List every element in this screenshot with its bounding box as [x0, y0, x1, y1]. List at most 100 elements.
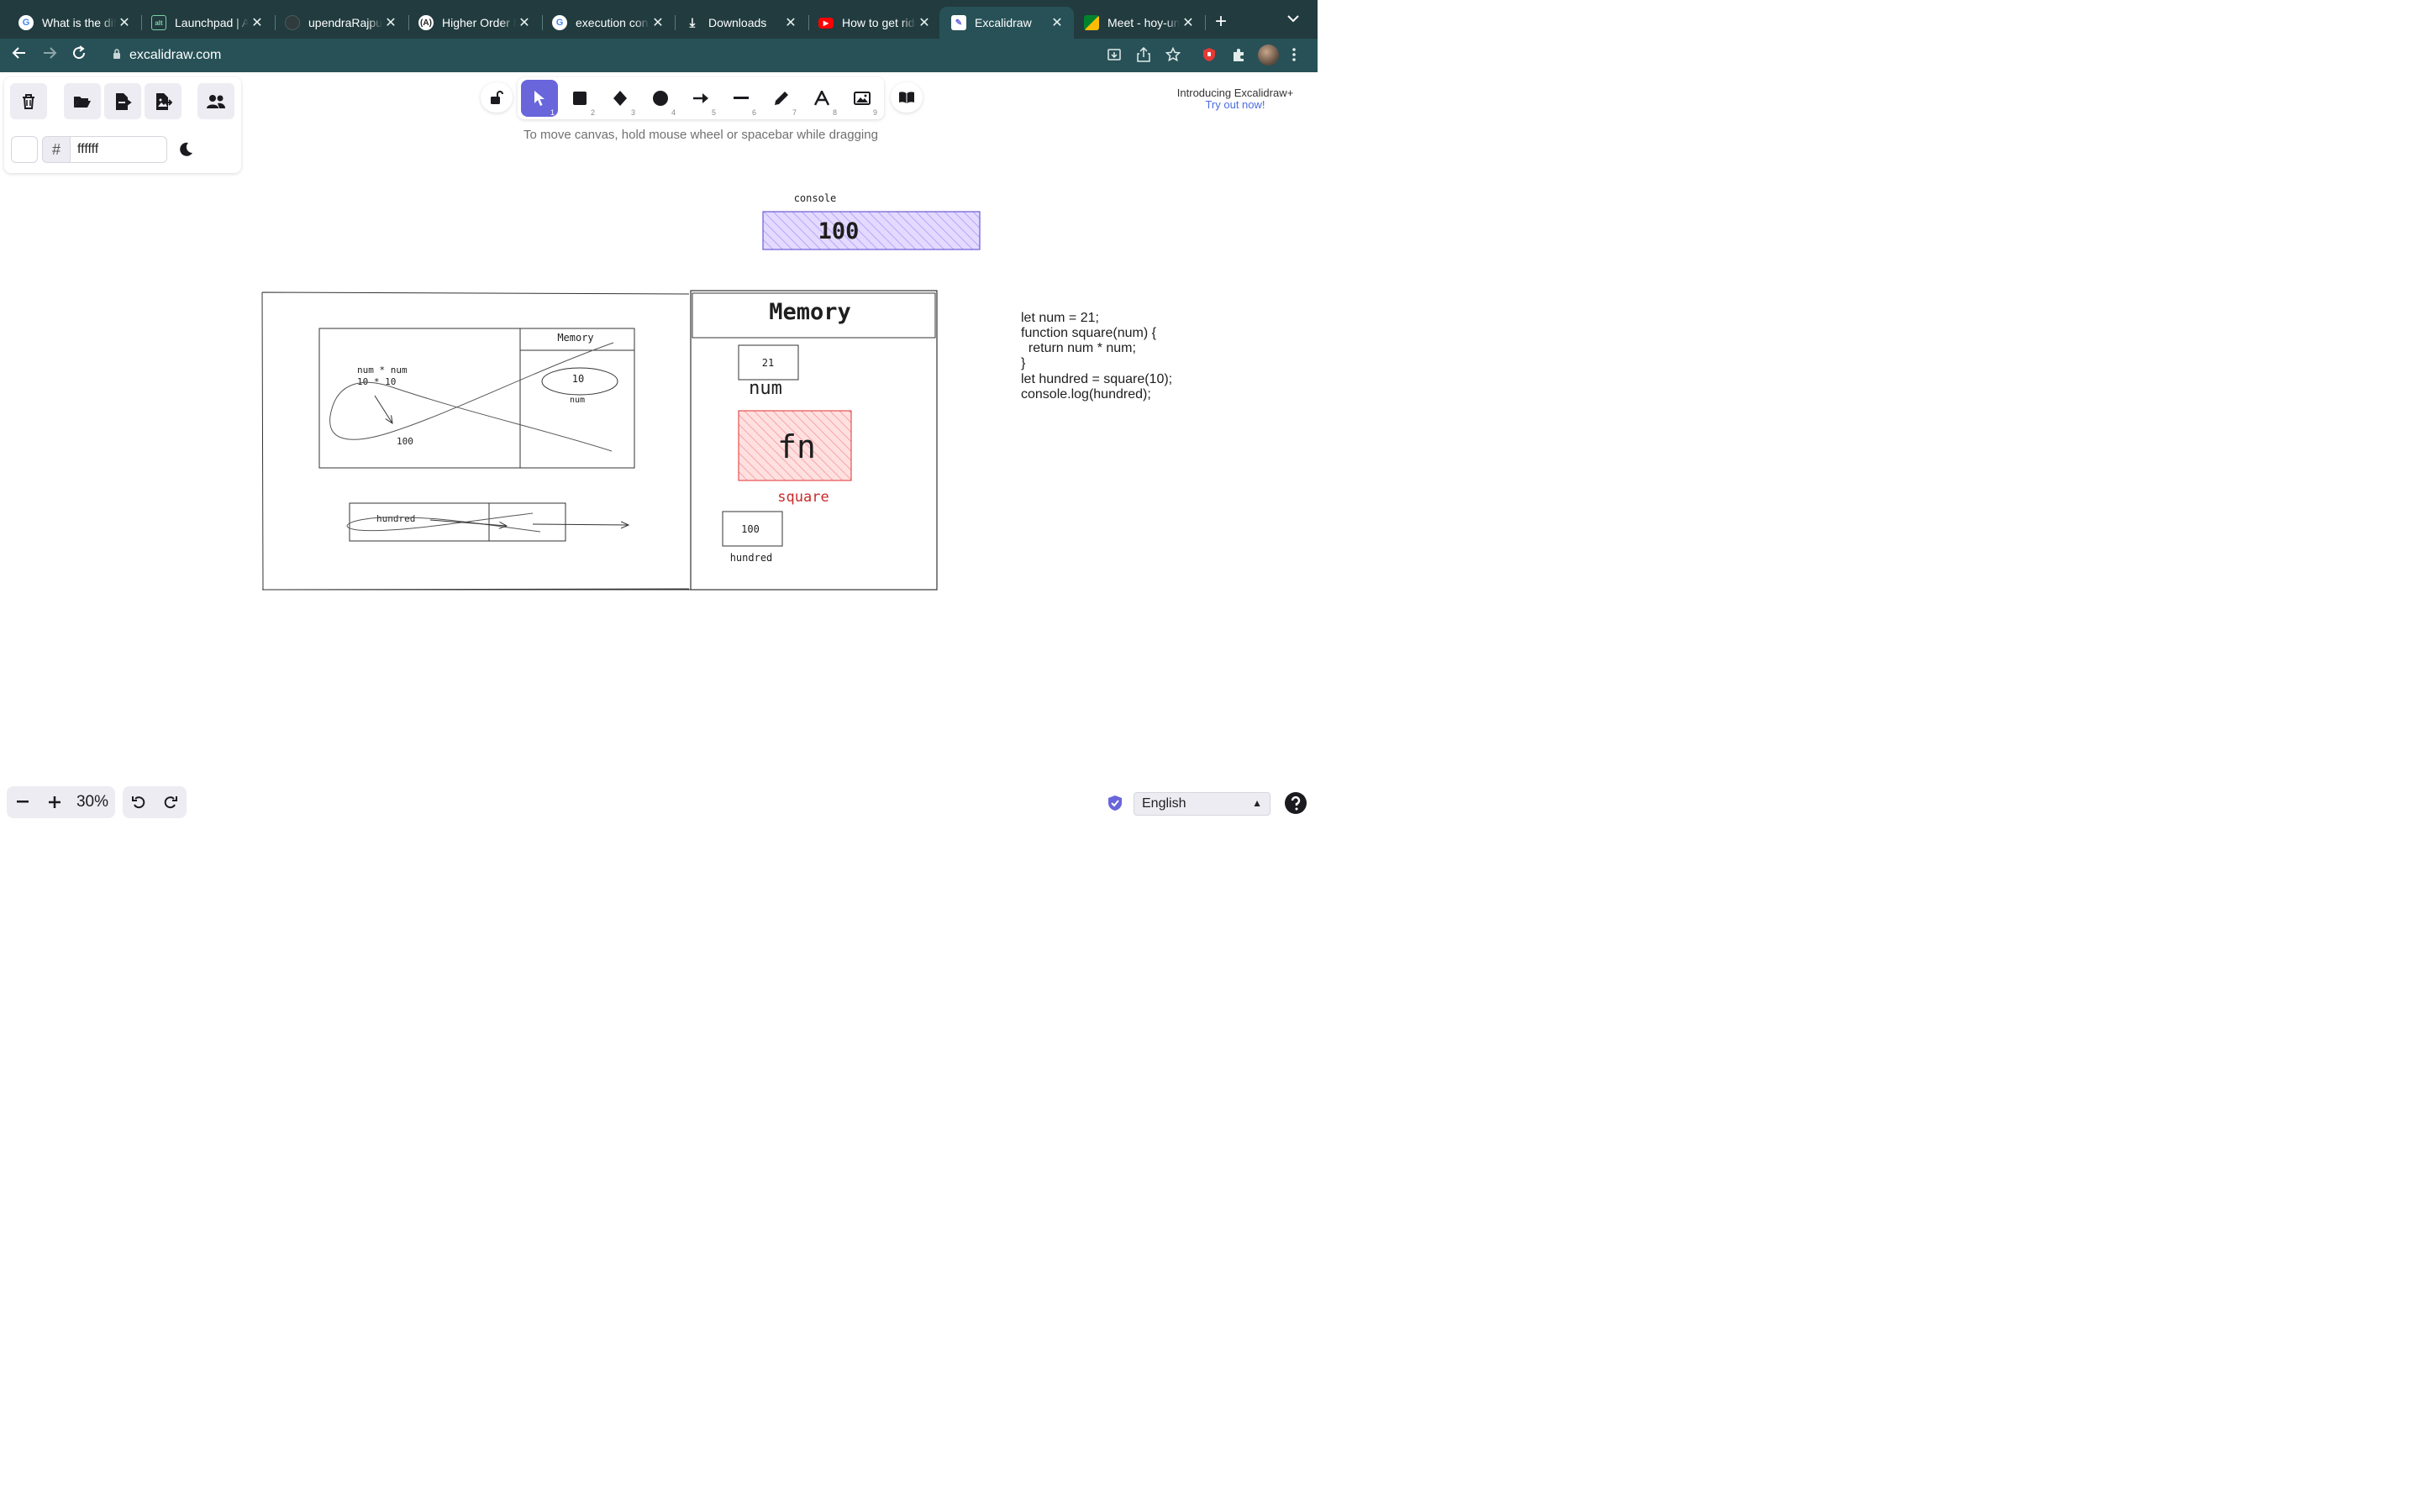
zoom-controls: 30% [7, 786, 115, 818]
code-line[interactable]: console.log(hundred); [1021, 387, 1151, 402]
code-expression[interactable]: num * num [357, 365, 408, 375]
encryption-shield-icon[interactable] [1107, 795, 1123, 816]
github-icon [285, 15, 300, 30]
inner-hundred-value-box[interactable] [488, 502, 566, 542]
rectangle-tool[interactable]: 2 [561, 80, 598, 117]
canvas-hint: To move canvas, hold mouse wheel or spac… [523, 128, 878, 142]
library-button[interactable] [891, 82, 923, 113]
back-icon[interactable] [12, 45, 27, 65]
browser-tab[interactable]: alt Launchpad | A ✕ [139, 7, 274, 39]
evaluation-arrow[interactable] [374, 395, 392, 423]
bookmark-star-icon[interactable] [1165, 46, 1181, 66]
browser-menu-icon[interactable] [1292, 47, 1297, 66]
inner-context-frame[interactable] [318, 328, 635, 469]
drawing-canvas[interactable]: console 100 Memory 21 num fn square 100 … [0, 72, 1318, 823]
share-icon[interactable] [1137, 46, 1150, 66]
inner-num-label[interactable]: num [570, 396, 585, 405]
extensions-puzzle-icon[interactable] [1231, 47, 1246, 66]
square-label[interactable]: square [777, 489, 829, 506]
open-button[interactable] [64, 83, 101, 119]
tab-search-icon[interactable] [1287, 12, 1299, 27]
undo-button[interactable] [123, 786, 155, 818]
close-tab-icon[interactable]: ✕ [916, 14, 933, 31]
inner-hundred-label[interactable]: hundred [376, 513, 415, 524]
language-select[interactable]: English ▲ [1134, 792, 1270, 816]
hundred-value[interactable]: 100 [741, 523, 760, 535]
forward-icon[interactable] [42, 45, 57, 65]
close-tab-icon[interactable]: ✕ [1180, 14, 1197, 31]
browser-tab-active[interactable]: ✎ Excalidraw ✕ [939, 7, 1074, 39]
close-tab-icon[interactable]: ✕ [650, 14, 666, 31]
memory-title[interactable]: Memory [769, 299, 851, 325]
inner-num-value[interactable]: 10 [572, 373, 584, 385]
code-snippet[interactable]: let num = 21; function square(num) { ret… [1021, 311, 1172, 402]
inner-memory-title[interactable]: Memory [557, 332, 593, 344]
canvas-background-input[interactable] [70, 136, 167, 163]
browser-tab[interactable]: G execution con ✕ [540, 7, 675, 39]
draw-tool[interactable]: 7 [763, 80, 800, 117]
browser-tab[interactable]: Meet - hoy-un ✕ [1072, 7, 1205, 39]
close-tab-icon[interactable]: ✕ [516, 14, 533, 31]
keep-tool-active-button[interactable] [481, 82, 513, 113]
youtube-icon: ▶ [818, 17, 834, 29]
code-line[interactable]: let hundred = square(10); [1021, 372, 1172, 386]
image-tool[interactable]: 9 [844, 80, 881, 117]
book-icon [899, 92, 914, 103]
address-bar[interactable]: excalidraw.com [99, 43, 1193, 68]
code-line[interactable]: return num * num; [1021, 341, 1136, 355]
zoom-in-button[interactable] [39, 786, 71, 818]
save-button[interactable] [104, 83, 141, 119]
text-tool[interactable]: 8 [803, 80, 840, 117]
zoom-reset-button[interactable]: 30% [72, 786, 113, 818]
browser-tab[interactable]: (A) Higher Order F ✕ [407, 7, 541, 39]
export-image-button[interactable] [145, 83, 182, 119]
console-value[interactable]: 100 [818, 218, 860, 244]
close-tab-icon[interactable]: ✕ [382, 14, 399, 31]
code-line[interactable]: } [1021, 356, 1026, 370]
google-icon: G [552, 15, 567, 30]
new-tab-button[interactable]: + [1215, 12, 1227, 32]
canvas-background-swatch[interactable] [11, 136, 38, 163]
arrow-tool[interactable]: 5 [682, 80, 719, 117]
google-icon: G [18, 15, 34, 30]
shape-toolbar: 1 2 3 4 5 6 7 8 9 [518, 77, 884, 119]
dark-mode-toggle[interactable] [177, 141, 194, 162]
tab-title: Downloads [708, 16, 767, 29]
redo-button[interactable] [155, 786, 187, 818]
code-line[interactable]: function square(num) { [1021, 326, 1157, 340]
browser-tab[interactable]: ⤓ Downloads ✕ [673, 7, 808, 39]
lock-icon[interactable] [113, 49, 121, 61]
code-evaluation[interactable]: 10 * 10 [357, 376, 396, 387]
diamond-tool[interactable]: 3 [602, 80, 639, 117]
result-value[interactable]: 100 [397, 436, 413, 447]
trash-icon [23, 93, 34, 109]
profile-avatar[interactable] [1258, 45, 1279, 66]
url-text[interactable]: excalidraw.com [129, 48, 221, 63]
browser-tab[interactable]: G What is the dif ✕ [7, 7, 141, 39]
ellipse-tool[interactable]: 4 [642, 80, 679, 117]
fn-text[interactable]: fn [777, 428, 816, 465]
line-tool[interactable]: 6 [723, 80, 760, 117]
extension-shield-icon[interactable] [1202, 47, 1217, 66]
close-tab-icon[interactable]: ✕ [1049, 14, 1065, 31]
hundred-label[interactable]: hundred [730, 552, 773, 564]
close-tab-icon[interactable]: ✕ [116, 14, 133, 31]
live-collaboration-button[interactable] [197, 83, 234, 119]
num-label[interactable]: num [749, 378, 782, 399]
close-tab-icon[interactable]: ✕ [249, 14, 266, 31]
browser-tab[interactable]: upendraRajput ✕ [273, 7, 408, 39]
help-button[interactable] [1284, 791, 1307, 819]
code-line[interactable]: let num = 21; [1021, 311, 1099, 325]
install-app-icon[interactable] [1107, 47, 1122, 66]
hundred-arrow-out[interactable] [532, 524, 629, 525]
console-label[interactable]: console [794, 192, 837, 204]
browser-tab[interactable]: ▶ How to get rid ✕ [807, 7, 941, 39]
console-box[interactable] [762, 211, 981, 250]
close-tab-icon[interactable]: ✕ [782, 14, 799, 31]
zoom-out-button[interactable] [7, 786, 39, 818]
selection-tool[interactable]: 1 [521, 80, 558, 117]
num-value[interactable]: 21 [762, 357, 774, 369]
reload-icon[interactable] [71, 45, 87, 65]
promo-link[interactable]: Try out now! [1151, 98, 1319, 111]
clear-canvas-button[interactable] [10, 83, 47, 119]
